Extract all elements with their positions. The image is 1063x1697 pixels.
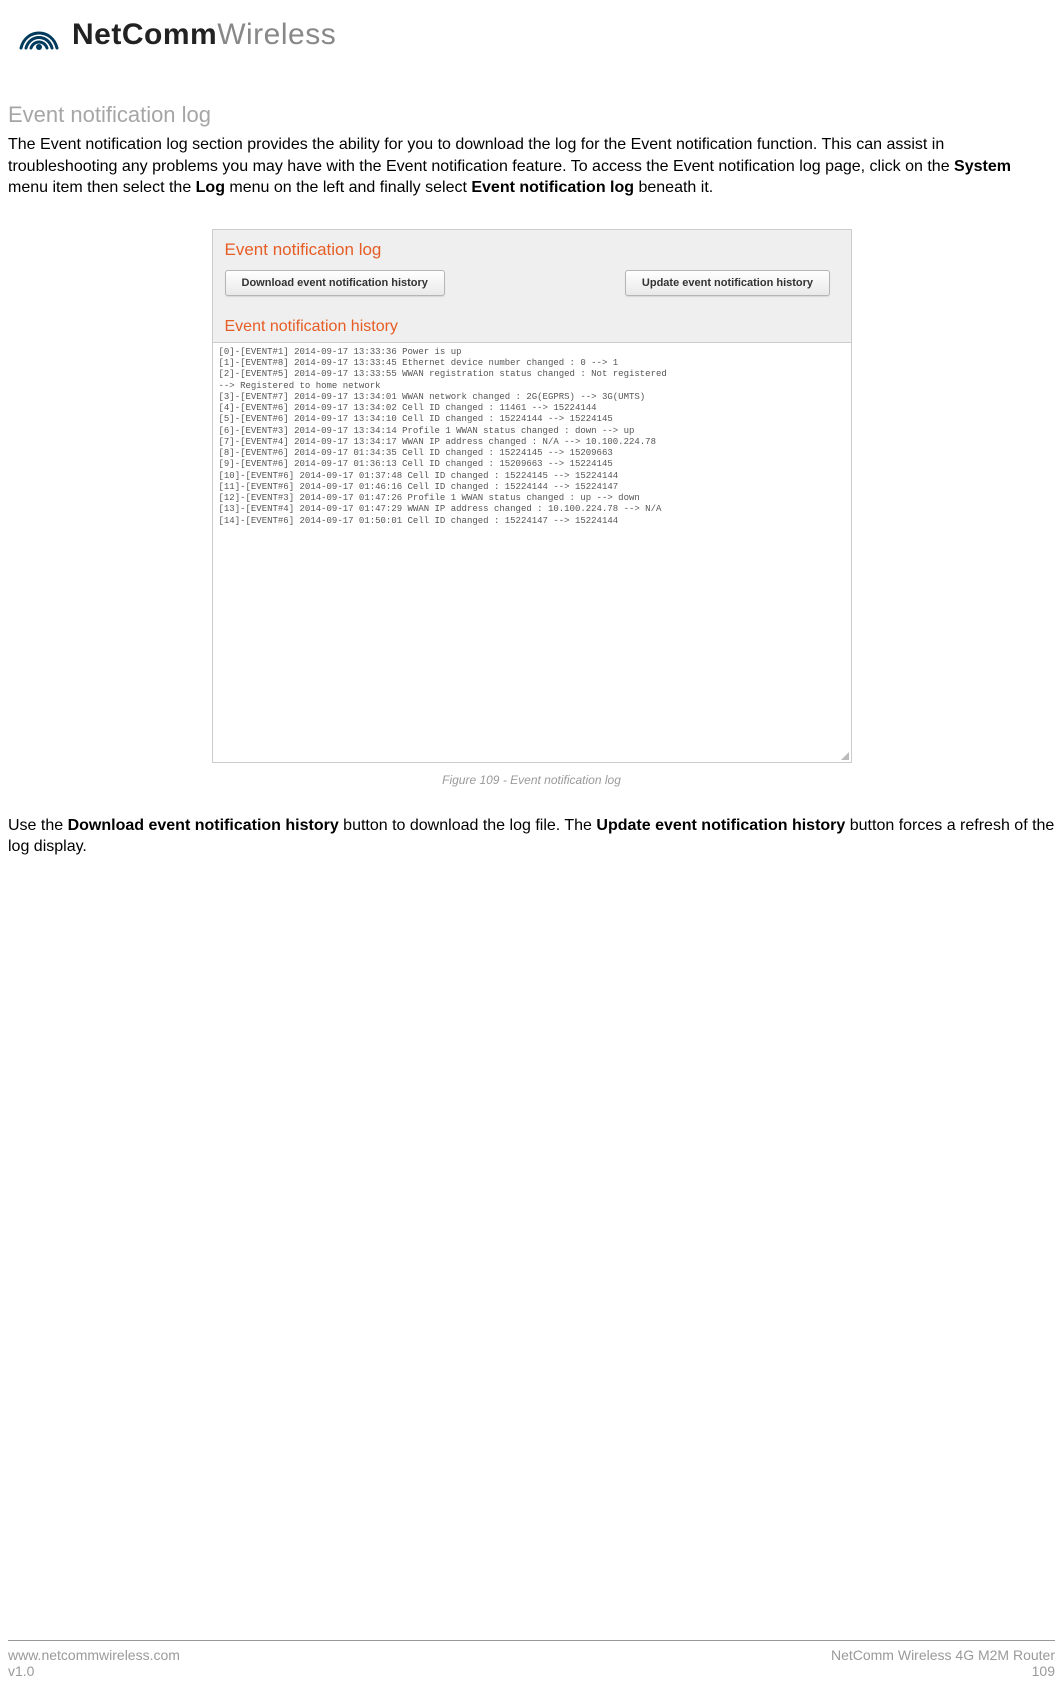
figure-wrap: Event notification log Download event no… <box>212 229 852 787</box>
logo-icon <box>18 18 60 52</box>
intro-bold-system: System <box>954 158 1011 175</box>
usage-bold-download: Download event notification history <box>68 817 339 834</box>
logo-text: NetCommWireless <box>72 18 336 52</box>
intro-text-3: menu on the left and finally select <box>225 179 471 196</box>
log-output: [0]-[EVENT#1] 2014-09-17 13:33:36 Power … <box>213 342 851 762</box>
app-panel: Event notification log Download event no… <box>212 229 852 763</box>
update-history-button[interactable]: Update event notification history <box>625 270 830 296</box>
download-history-button[interactable]: Download event notification history <box>225 270 445 296</box>
section-heading: Event notification log <box>8 102 1055 128</box>
intro-bold-log: Log <box>196 179 225 196</box>
figure-caption: Figure 109 - Event notification log <box>212 773 852 787</box>
logo-text-light: Wireless <box>217 18 336 51</box>
button-row: Download event notification history Upda… <box>213 264 851 308</box>
log-lines: [0]-[EVENT#1] 2014-09-17 13:33:36 Power … <box>219 347 667 526</box>
usage-text-2: button to download the log file. The <box>339 817 597 834</box>
usage-bold-update: Update event notification history <box>596 817 845 834</box>
intro-bold-event-log: Event notification log <box>471 179 634 196</box>
panel-title: Event notification log <box>213 230 851 264</box>
logo-text-bold: NetComm <box>72 18 217 51</box>
resize-handle-icon[interactable] <box>839 750 849 760</box>
footer-product: NetComm Wireless 4G M2M Router <box>831 1647 1055 1663</box>
footer-version: v1.0 <box>8 1663 180 1679</box>
usage-paragraph: Use the Download event notification hist… <box>8 815 1055 858</box>
usage-text-1: Use the <box>8 817 68 834</box>
brand-logo: NetCommWireless <box>18 18 1055 52</box>
intro-paragraph: The Event notification log section provi… <box>8 134 1055 199</box>
intro-text-2: menu item then select the <box>8 179 196 196</box>
footer-url: www.netcommwireless.com <box>8 1647 180 1663</box>
page-footer: www.netcommwireless.com v1.0 NetComm Wir… <box>8 1640 1055 1679</box>
footer-left: www.netcommwireless.com v1.0 <box>8 1647 180 1679</box>
footer-page: 109 <box>831 1663 1055 1679</box>
panel-subtitle: Event notification history <box>213 308 851 342</box>
intro-text-4: beneath it. <box>634 179 713 196</box>
footer-right: NetComm Wireless 4G M2M Router 109 <box>831 1647 1055 1679</box>
intro-text-1: The Event notification log section provi… <box>8 136 954 175</box>
